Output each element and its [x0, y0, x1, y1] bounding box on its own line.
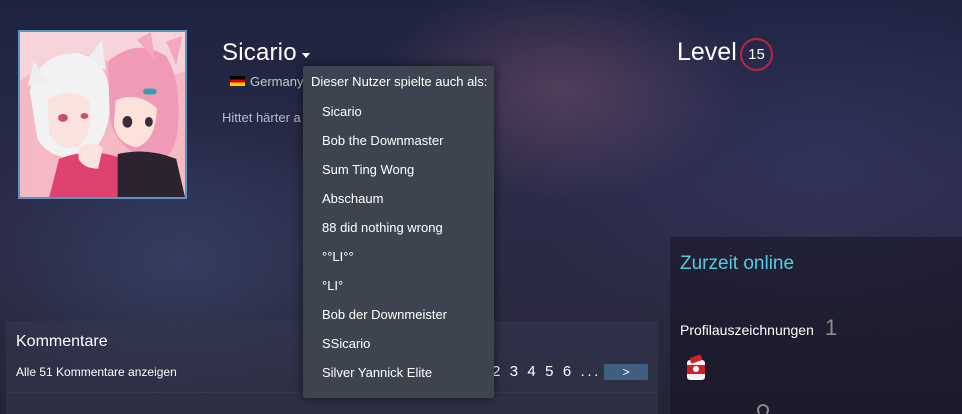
comments-title: Kommentare: [16, 333, 108, 350]
alias-item: Silver Yannick Elite: [322, 365, 433, 380]
germany-flag-icon: [230, 76, 245, 86]
alias-item: 88 did nothing wrong: [322, 220, 443, 235]
chevron-down-icon[interactable]: [302, 53, 310, 58]
persona-name[interactable]: Sicario: [222, 39, 297, 67]
online-status: Zurzeit online: [680, 253, 795, 274]
alias-item: SSicario: [322, 336, 371, 351]
badges-label[interactable]: Profilauszeichnungen: [680, 322, 814, 338]
alias-item: Abschaum: [322, 191, 384, 206]
profile-summary: Hittet härter a: [222, 110, 301, 125]
alias-item: Sicario: [322, 104, 362, 119]
level-badge[interactable]: 15: [740, 38, 773, 71]
profile-avatar[interactable]: [18, 30, 187, 199]
comments-pagination[interactable]: 2 3 4 5 6 ... 9: [492, 363, 619, 380]
country-name: Germany: [250, 74, 304, 89]
alias-history-header: Dieser Nutzer spielte auch als:: [311, 74, 488, 89]
alias-item: °°LI°°: [322, 249, 354, 264]
badge-icon[interactable]: [684, 352, 710, 382]
badge-partial-icon: [757, 404, 769, 414]
level-label: Level: [677, 38, 737, 66]
avatar-image: [20, 32, 185, 197]
view-all-comments-link[interactable]: Alle 51 Kommentare anzeigen: [16, 365, 177, 379]
alias-item: Bob the Downmaster: [322, 133, 444, 148]
alias-item: °LI°: [322, 278, 344, 293]
alias-item: Bob der Downmeister: [322, 307, 447, 322]
next-page-button[interactable]: >: [604, 364, 648, 380]
badges-count[interactable]: 1: [825, 315, 837, 341]
alias-item: Sum Ting Wong: [322, 162, 415, 177]
alias-history-dropdown: Dieser Nutzer spielte auch als: Sicario …: [303, 66, 494, 398]
